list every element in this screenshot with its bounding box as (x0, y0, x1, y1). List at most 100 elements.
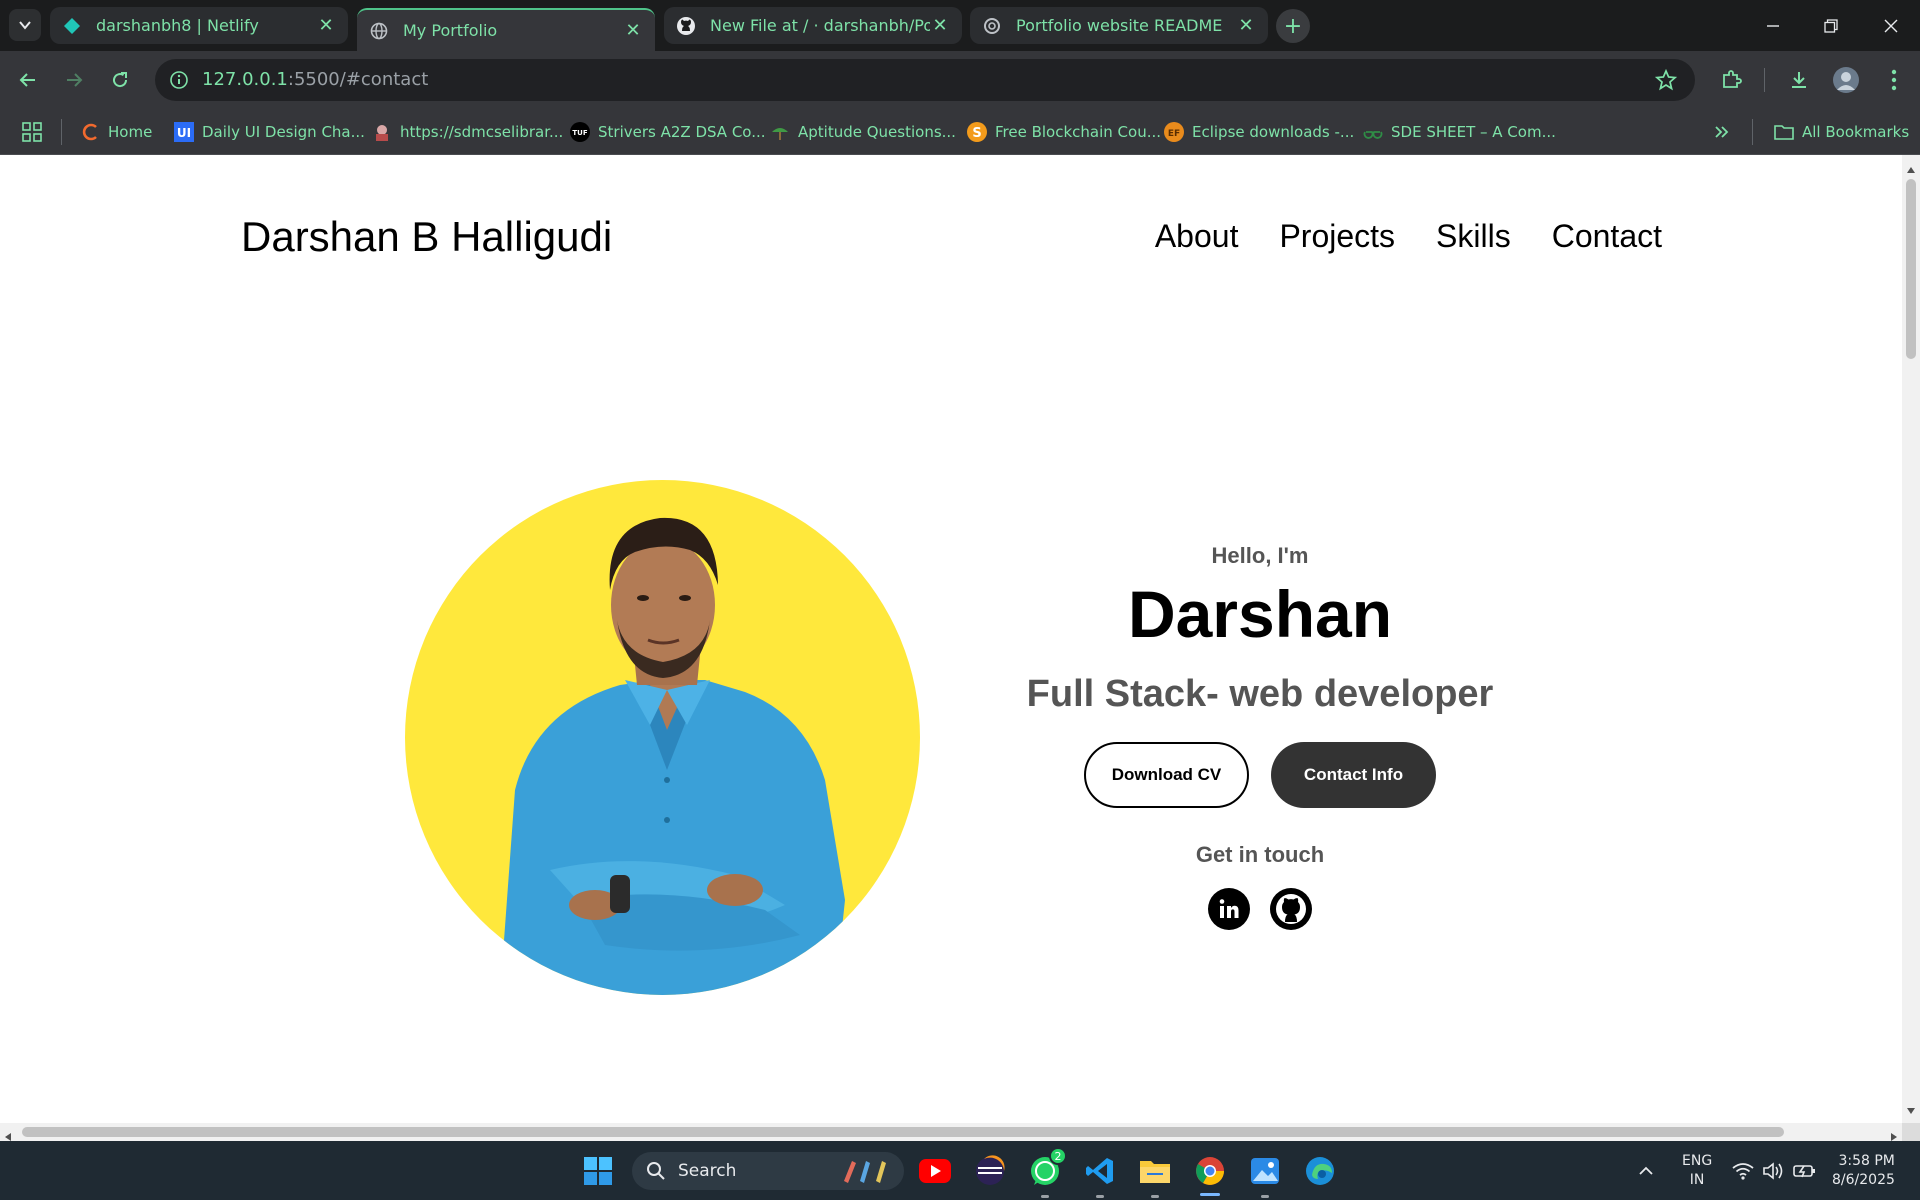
browser-menu-button[interactable] (1878, 64, 1910, 96)
ui-icon: UI (174, 122, 194, 142)
bookmarks-bar: Home UI Daily UI Design Cha... https://s… (0, 109, 1920, 155)
bookmark-strivers[interactable]: TUF Strivers A2Z DSA Co... (570, 118, 766, 146)
tab-netlify[interactable]: darshanbh8 | Netlify ✕ (50, 7, 348, 44)
star-icon[interactable] (1654, 68, 1678, 95)
bookmark-blockchain[interactable]: S Free Blockchain Cou... (967, 118, 1161, 146)
minimize-button[interactable] (1744, 0, 1802, 51)
minimize-icon (1767, 24, 1779, 27)
back-button[interactable] (12, 64, 44, 96)
site-logo[interactable]: Darshan B Halligudi (241, 213, 612, 261)
windows-start-icon[interactable] (578, 1151, 618, 1191)
chrome-icon[interactable] (1190, 1151, 1230, 1191)
tab-search-button[interactable] (9, 9, 41, 41)
bookmark-eclipse[interactable]: EF Eclipse downloads -... (1164, 118, 1354, 146)
restore-button[interactable] (1802, 0, 1860, 51)
more-bookmarks-button[interactable] (1713, 118, 1729, 146)
more-vertical-icon (1891, 69, 1897, 91)
nav-projects[interactable]: Projects (1279, 218, 1395, 255)
apps-button[interactable] (22, 118, 42, 146)
bookmark-label: Free Blockchain Cou... (995, 123, 1162, 141)
new-tab-button[interactable]: + (1276, 9, 1310, 43)
profile-avatar[interactable] (1830, 64, 1862, 96)
show-hidden-icons-button[interactable] (1638, 1141, 1654, 1200)
extensions-button[interactable] (1715, 64, 1747, 96)
file-explorer-icon[interactable] (1135, 1151, 1175, 1191)
photos-icon[interactable] (1245, 1151, 1285, 1191)
apps-grid-icon (22, 122, 42, 142)
youtube-icon[interactable] (915, 1151, 955, 1191)
whatsapp-running-indicator (1041, 1195, 1049, 1198)
site-info-icon[interactable] (167, 68, 191, 92)
vertical-scrollbar[interactable] (1902, 155, 1920, 1123)
linkedin-icon[interactable] (1208, 888, 1250, 930)
svg-text:TUF: TUF (572, 129, 587, 137)
scroll-down-arrow-icon[interactable] (1906, 1100, 1916, 1119)
bookmark-label: Daily UI Design Cha... (202, 123, 365, 141)
nav-skills[interactable]: Skills (1436, 218, 1511, 255)
bookmark-label: Strivers A2Z DSA Co... (598, 123, 766, 141)
url-path: :5500/#contact (287, 69, 429, 90)
svg-text:UI: UI (177, 126, 191, 140)
vscode-icon[interactable] (1080, 1151, 1120, 1191)
bookmark-aptitude[interactable]: Aptitude Questions... (770, 118, 956, 146)
eclipse-icon: EF (1164, 122, 1184, 142)
bookmark-sdmcse-library[interactable]: https://sdmcselibrar... (372, 118, 563, 146)
toolbar-divider (1764, 68, 1765, 92)
tab-strip: darshanbh8 | Netlify ✕ My Portfolio ✕ Ne… (0, 0, 1920, 51)
volume-icon[interactable] (1762, 1141, 1784, 1200)
close-icon[interactable]: ✕ (623, 20, 643, 41)
forward-button[interactable] (58, 64, 90, 96)
get-in-touch-heading: Get in touch (1195, 842, 1325, 867)
close-icon[interactable]: ✕ (316, 15, 336, 36)
profile-person-illustration (500, 517, 845, 995)
edge-icon[interactable] (1300, 1151, 1340, 1191)
downloads-button[interactable] (1783, 64, 1815, 96)
nav-about[interactable]: About (1155, 218, 1239, 255)
tuf-icon: TUF (570, 122, 590, 142)
explorer-running-indicator (1151, 1195, 1159, 1198)
language-code: ENG (1682, 1152, 1713, 1169)
bookmark-home[interactable]: Home (80, 118, 152, 146)
horizontal-scroll-thumb[interactable] (22, 1127, 1784, 1137)
restore-icon (1824, 18, 1838, 33)
double-chevron-right-icon (1715, 126, 1729, 138)
tab-my-portfolio[interactable]: My Portfolio ✕ (357, 8, 655, 51)
url-text[interactable]: 127.0.0.1:5500/#contact (202, 69, 428, 90)
bookmark-sde-sheet[interactable]: SDE SHEET – A Com... (1363, 118, 1556, 146)
language-indicator[interactable]: ENG IN (1682, 1141, 1712, 1200)
reload-button[interactable] (104, 64, 136, 96)
vertical-scroll-thumb[interactable] (1906, 179, 1916, 359)
eclipse-ide-icon[interactable] (970, 1151, 1010, 1191)
close-icon[interactable]: ✕ (930, 15, 950, 36)
bookmark-daily-ui[interactable]: UI Daily UI Design Cha... (174, 118, 365, 146)
scroll-up-arrow-icon[interactable] (1906, 159, 1916, 178)
url-host: 127.0.0.1 (202, 69, 288, 90)
clock[interactable]: 3:58 PM 8/6/2025 (1832, 1141, 1895, 1200)
tab-github-new-file[interactable]: New File at / · darshanbh/Portfo ✕ (664, 7, 962, 44)
tab-readme[interactable]: Portfolio website README ✕ (970, 7, 1268, 44)
contact-info-button[interactable]: Contact Info (1271, 742, 1436, 808)
download-icon (1792, 72, 1806, 88)
vscode-running-indicator (1096, 1195, 1104, 1198)
bookmark-label: Home (108, 123, 153, 141)
chrome-active-indicator (1200, 1193, 1220, 1196)
hero-role: Full Stack- web developer (1026, 673, 1494, 715)
close-window-button[interactable] (1862, 0, 1920, 51)
time-label: 3:58 PM (1838, 1152, 1895, 1169)
close-icon[interactable]: ✕ (1236, 15, 1256, 36)
whatsapp-icon[interactable]: 2 (1025, 1147, 1067, 1191)
download-cv-button[interactable]: Download CV (1084, 742, 1249, 808)
close-icon (1884, 19, 1898, 32)
hero-buttons: Download CV Contact Info (960, 742, 1560, 808)
bookmark-label: https://sdmcselibrar... (400, 123, 564, 141)
nav-contact[interactable]: Contact (1552, 218, 1662, 255)
address-bar[interactable]: 127.0.0.1:5500/#contact (155, 59, 1695, 101)
wifi-icon[interactable] (1732, 1141, 1754, 1200)
battery-charging-icon[interactable] (1793, 1141, 1817, 1200)
all-bookmarks-button[interactable]: All Bookmarks (1774, 118, 1909, 146)
apps-divider (61, 119, 62, 145)
taskbar-search-box[interactable]: Search (632, 1152, 904, 1190)
search-label: Search (678, 1161, 737, 1181)
github-icon[interactable] (1270, 888, 1312, 930)
horizontal-scrollbar[interactable] (0, 1123, 1902, 1141)
